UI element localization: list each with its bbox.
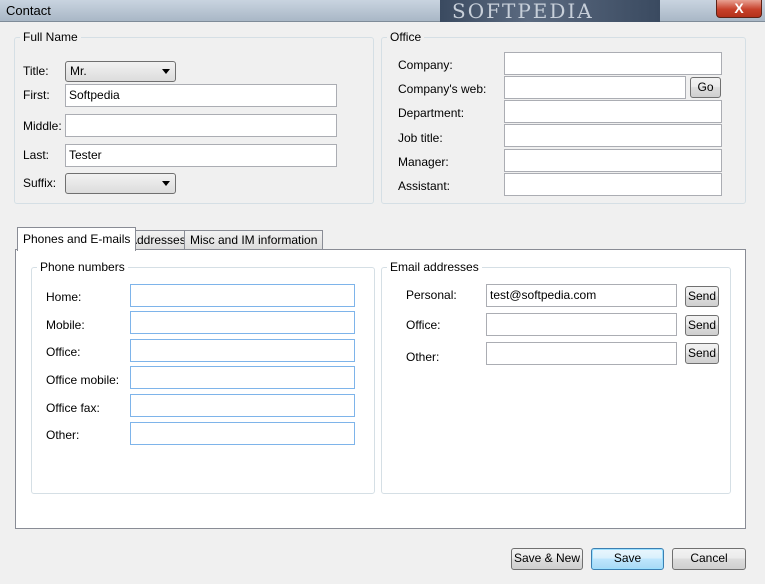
chevron-down-icon: [162, 69, 170, 74]
job-title-label: Job title:: [398, 131, 443, 145]
personal-email-field[interactable]: test@softpedia.com: [486, 284, 677, 307]
office-email-field[interactable]: [486, 313, 677, 336]
title-select[interactable]: Mr.: [65, 61, 176, 82]
office-phone-field[interactable]: [130, 339, 355, 362]
middle-label: Middle:: [23, 119, 62, 133]
office-email-label: Office:: [406, 318, 441, 332]
mobile-phone-field[interactable]: [130, 311, 355, 334]
company-label: Company:: [398, 58, 453, 72]
assistant-label: Assistant:: [398, 179, 451, 193]
office-mobile-label: Office mobile:: [46, 373, 120, 387]
save-button[interactable]: Save: [591, 548, 664, 570]
close-icon: X: [734, 0, 744, 16]
suffix-label: Suffix:: [23, 176, 57, 190]
manager-field[interactable]: [504, 149, 722, 172]
save-and-new-button[interactable]: Save & New: [511, 548, 583, 570]
suffix-select[interactable]: [65, 173, 176, 194]
home-phone-field[interactable]: [130, 284, 355, 307]
title-select-value: Mr.: [70, 64, 87, 78]
other-phone-field[interactable]: [130, 422, 355, 445]
send-other-button[interactable]: Send: [685, 343, 719, 364]
office-fax-field[interactable]: [130, 394, 355, 417]
email-addresses-legend: Email addresses: [390, 260, 479, 274]
first-label: First:: [23, 88, 50, 102]
department-field[interactable]: [504, 100, 722, 123]
softpedia-watermark: SOFTPEDIA: [440, 0, 660, 22]
middle-name-field[interactable]: [65, 114, 337, 137]
dialog-body: Full Name Title: Mr. First: Softpedia Mi…: [0, 22, 765, 584]
last-label: Last:: [23, 148, 50, 162]
office-legend: Office: [390, 30, 422, 44]
window-title: Contact: [6, 3, 51, 18]
other-phone-label: Other:: [46, 428, 80, 442]
send-office-button[interactable]: Send: [685, 315, 719, 336]
last-name-field[interactable]: Tester: [65, 144, 337, 167]
first-name-field[interactable]: Softpedia: [65, 84, 337, 107]
cancel-button[interactable]: Cancel: [672, 548, 746, 570]
job-title-field[interactable]: [504, 124, 722, 147]
department-label: Department:: [398, 106, 465, 120]
other-email-label: Other:: [406, 350, 440, 364]
go-button[interactable]: Go: [690, 77, 721, 98]
home-label: Home:: [46, 290, 82, 304]
full-name-legend: Full Name: [23, 30, 78, 44]
company-web-label: Company's web:: [398, 82, 487, 96]
title-label: Title:: [23, 64, 49, 78]
manager-label: Manager:: [398, 155, 449, 169]
company-web-field[interactable]: [504, 76, 686, 99]
company-field[interactable]: [504, 52, 722, 75]
office-mobile-field[interactable]: [130, 366, 355, 389]
personal-email-label: Personal:: [406, 288, 457, 302]
tab-phones-emails[interactable]: Phones and E-mails: [17, 227, 137, 251]
assistant-field[interactable]: [504, 173, 722, 196]
chevron-down-icon: [162, 181, 170, 186]
title-bar: Contact SOFTPEDIA X: [0, 0, 765, 22]
other-email-field[interactable]: [486, 342, 677, 365]
mobile-label: Mobile:: [46, 318, 85, 332]
office-fax-label: Office fax:: [46, 401, 100, 415]
tab-misc-im[interactable]: Misc and IM information: [184, 230, 324, 250]
close-button[interactable]: X: [716, 0, 762, 18]
office-phone-label: Office:: [46, 345, 81, 359]
phone-numbers-legend: Phone numbers: [40, 260, 125, 274]
send-personal-button[interactable]: Send: [685, 286, 719, 307]
